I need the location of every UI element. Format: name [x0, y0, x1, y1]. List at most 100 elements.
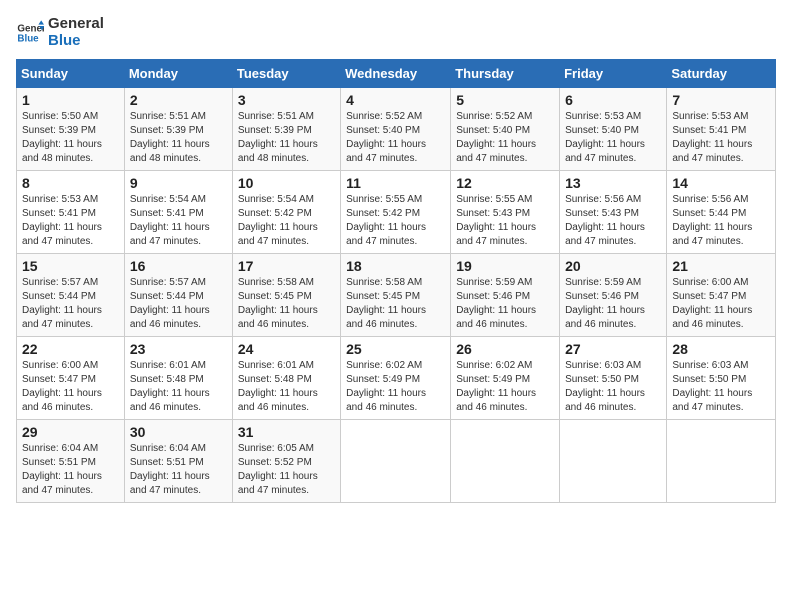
logo-text-general: General [48, 16, 104, 33]
day-info: Sunrise: 5:58 AMSunset: 5:45 PMDaylight:… [346, 277, 426, 330]
day-number: 5 [456, 92, 554, 108]
day-info: Sunrise: 5:53 AMSunset: 5:40 PMDaylight:… [565, 111, 645, 164]
day-number: 4 [346, 92, 445, 108]
calendar-cell: 18 Sunrise: 5:58 AMSunset: 5:45 PMDayligh… [341, 254, 451, 337]
day-info: Sunrise: 6:03 AMSunset: 5:50 PMDaylight:… [672, 360, 752, 413]
calendar-cell: 29Sunrise: 6:04 AMSunset: 5:51 PMDayligh… [17, 420, 125, 503]
day-info: Sunrise: 5:54 AMSunset: 5:42 PMDaylight:… [238, 194, 318, 247]
calendar-cell: 1 Sunrise: 5:50 AMSunset: 5:39 PMDaylight… [17, 88, 125, 171]
day-number: 28 [672, 341, 770, 357]
calendar-cell [451, 420, 560, 503]
day-info: Sunrise: 6:03 AMSunset: 5:50 PMDaylight:… [565, 360, 645, 413]
calendar-row-4: 22Sunrise: 6:00 AMSunset: 5:47 PMDayligh… [17, 337, 776, 420]
calendar-cell: 20Sunrise: 5:59 AMSunset: 5:46 PMDayligh… [560, 254, 667, 337]
calendar-row-1: 1 Sunrise: 5:50 AMSunset: 5:39 PMDaylight… [17, 88, 776, 171]
day-number: 22 [22, 341, 119, 357]
day-info: Sunrise: 5:52 AMSunset: 5:40 PMDaylight:… [346, 111, 426, 164]
day-info: Sunrise: 6:02 AMSunset: 5:49 PMDaylight:… [456, 360, 536, 413]
calendar-cell [560, 420, 667, 503]
day-info: Sunrise: 5:53 AMSunset: 5:41 PMDaylight:… [22, 194, 102, 247]
calendar-row-3: 15 Sunrise: 5:57 AMSunset: 5:44 PMDayligh… [17, 254, 776, 337]
day-number: 9 [130, 175, 227, 191]
calendar-cell: 27 Sunrise: 6:03 AMSunset: 5:50 PMDayligh… [560, 337, 667, 420]
day-info: Sunrise: 6:01 AMSunset: 5:48 PMDaylight:… [130, 360, 210, 413]
calendar-cell: 25 Sunrise: 6:02 AMSunset: 5:49 PMDayligh… [341, 337, 451, 420]
day-number: 11 [346, 175, 445, 191]
day-info: Sunrise: 5:57 AMSunset: 5:44 PMDaylight:… [130, 277, 210, 330]
day-number: 13 [565, 175, 661, 191]
day-number: 23 [130, 341, 227, 357]
day-info: Sunrise: 5:55 AMSunset: 5:43 PMDaylight:… [456, 194, 536, 247]
day-number: 30 [130, 424, 227, 440]
day-number: 6 [565, 92, 661, 108]
day-number: 21 [672, 258, 770, 274]
day-number: 16 [130, 258, 227, 274]
header-wednesday: Wednesday [341, 60, 451, 88]
calendar-cell: 12 Sunrise: 5:55 AMSunset: 5:43 PMDayligh… [451, 171, 560, 254]
logo-text-blue: Blue [48, 33, 104, 50]
logo: General Blue General Blue [16, 16, 104, 49]
day-number: 26 [456, 341, 554, 357]
day-number: 24 [238, 341, 335, 357]
day-number: 1 [22, 92, 119, 108]
day-number: 17 [238, 258, 335, 274]
day-number: 10 [238, 175, 335, 191]
calendar-cell: 4 Sunrise: 5:52 AMSunset: 5:40 PMDaylight… [341, 88, 451, 171]
calendar-cell [341, 420, 451, 503]
day-number: 20 [565, 258, 661, 274]
calendar-cell: 9Sunrise: 5:54 AMSunset: 5:41 PMDaylight… [124, 171, 232, 254]
day-info: Sunrise: 5:58 AMSunset: 5:45 PMDaylight:… [238, 277, 318, 330]
header-sunday: Sunday [17, 60, 125, 88]
calendar-cell: 22Sunrise: 6:00 AMSunset: 5:47 PMDayligh… [17, 337, 125, 420]
calendar-cell: 2 Sunrise: 5:51 AMSunset: 5:39 PMDaylight… [124, 88, 232, 171]
calendar-cell: 11Sunrise: 5:55 AMSunset: 5:42 PMDayligh… [341, 171, 451, 254]
day-number: 7 [672, 92, 770, 108]
day-number: 12 [456, 175, 554, 191]
day-info: Sunrise: 6:04 AMSunset: 5:51 PMDaylight:… [22, 443, 102, 496]
calendar-cell: 30 Sunrise: 6:04 AMSunset: 5:51 PMDayligh… [124, 420, 232, 503]
calendar-cell: 10 Sunrise: 5:54 AMSunset: 5:42 PMDayligh… [232, 171, 340, 254]
day-number: 3 [238, 92, 335, 108]
day-info: Sunrise: 6:02 AMSunset: 5:49 PMDaylight:… [346, 360, 426, 413]
header-monday: Monday [124, 60, 232, 88]
day-number: 25 [346, 341, 445, 357]
day-info: Sunrise: 5:57 AMSunset: 5:44 PMDaylight:… [22, 277, 102, 330]
day-number: 14 [672, 175, 770, 191]
calendar-cell: 31Sunrise: 6:05 AMSunset: 5:52 PMDayligh… [232, 420, 340, 503]
day-info: Sunrise: 5:50 AMSunset: 5:39 PMDaylight:… [22, 111, 102, 164]
calendar-cell: 8 Sunrise: 5:53 AMSunset: 5:41 PMDaylight… [17, 171, 125, 254]
logo-icon: General Blue [16, 19, 44, 47]
day-number: 2 [130, 92, 227, 108]
calendar-cell: 19Sunrise: 5:59 AMSunset: 5:46 PMDayligh… [451, 254, 560, 337]
day-info: Sunrise: 5:56 AMSunset: 5:43 PMDaylight:… [565, 194, 645, 247]
calendar-cell: 23 Sunrise: 6:01 AMSunset: 5:48 PMDayligh… [124, 337, 232, 420]
day-number: 27 [565, 341, 661, 357]
day-info: Sunrise: 5:53 AMSunset: 5:41 PMDaylight:… [672, 111, 752, 164]
day-number: 18 [346, 258, 445, 274]
calendar-cell: 24 Sunrise: 6:01 AMSunset: 5:48 PMDayligh… [232, 337, 340, 420]
header-thursday: Thursday [451, 60, 560, 88]
day-info: Sunrise: 5:52 AMSunset: 5:40 PMDaylight:… [456, 111, 536, 164]
calendar-cell: 15 Sunrise: 5:57 AMSunset: 5:44 PMDayligh… [17, 254, 125, 337]
calendar-cell [667, 420, 776, 503]
day-number: 31 [238, 424, 335, 440]
day-info: Sunrise: 5:56 AMSunset: 5:44 PMDaylight:… [672, 194, 752, 247]
day-info: Sunrise: 6:04 AMSunset: 5:51 PMDaylight:… [130, 443, 210, 496]
day-number: 8 [22, 175, 119, 191]
calendar-cell: 3 Sunrise: 5:51 AMSunset: 5:39 PMDaylight… [232, 88, 340, 171]
calendar-cell: 5 Sunrise: 5:52 AMSunset: 5:40 PMDaylight… [451, 88, 560, 171]
day-info: Sunrise: 6:01 AMSunset: 5:48 PMDaylight:… [238, 360, 318, 413]
day-info: Sunrise: 5:51 AMSunset: 5:39 PMDaylight:… [238, 111, 318, 164]
day-number: 15 [22, 258, 119, 274]
calendar-cell: 28 Sunrise: 6:03 AMSunset: 5:50 PMDayligh… [667, 337, 776, 420]
day-info: Sunrise: 6:00 AMSunset: 5:47 PMDaylight:… [672, 277, 752, 330]
header-tuesday: Tuesday [232, 60, 340, 88]
header-saturday: Saturday [667, 60, 776, 88]
calendar-cell: 14 Sunrise: 5:56 AMSunset: 5:44 PMDayligh… [667, 171, 776, 254]
day-info: Sunrise: 5:51 AMSunset: 5:39 PMDaylight:… [130, 111, 210, 164]
calendar-cell: 16 Sunrise: 5:57 AMSunset: 5:44 PMDayligh… [124, 254, 232, 337]
day-info: Sunrise: 5:59 AMSunset: 5:46 PMDaylight:… [456, 277, 536, 330]
calendar-row-2: 8 Sunrise: 5:53 AMSunset: 5:41 PMDaylight… [17, 171, 776, 254]
page-header: General Blue General Blue [16, 16, 776, 49]
calendar-cell: 6 Sunrise: 5:53 AMSunset: 5:40 PMDaylight… [560, 88, 667, 171]
